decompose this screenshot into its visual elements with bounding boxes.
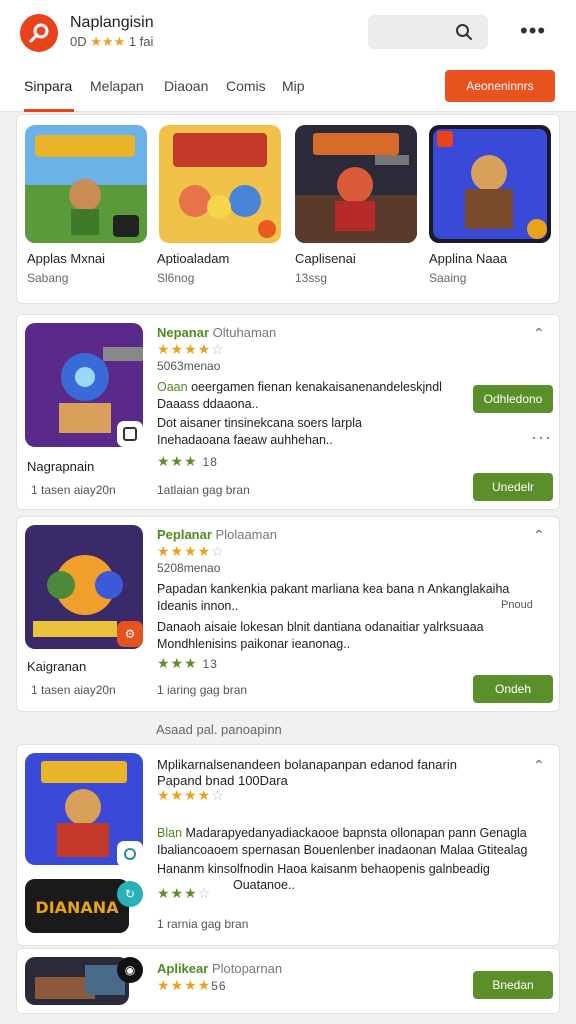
listing-small-stars-2: ★★★ 13	[157, 655, 218, 672]
listing-name-1-suffix: Oltuhaman	[212, 325, 277, 340]
listing-small-stars-3: ★★★☆	[157, 885, 212, 901]
listing-4-button[interactable]: Bnedan	[473, 971, 553, 999]
listing-card-4: ◉ Aplikear Plotoparnan ★★★★56 Bnedan	[16, 948, 560, 1014]
listing-meta-right-2: 1 iaring gag bran	[157, 683, 248, 697]
listing-small-stars-1-glyphs: ★★★	[157, 453, 198, 469]
listing-logo-3-text: DIANANA	[35, 898, 119, 917]
featured-meta-3: 13ssg	[295, 271, 328, 285]
listing-badge-icon-3	[117, 841, 143, 867]
listing-card-2: ⚙ Peplanar Plolaaman ★★★★☆ 5208menao Pap…	[16, 516, 560, 712]
listing-desc-highlight-3: Blan	[157, 826, 183, 840]
listing-name-2-text: Peplanar	[157, 527, 212, 542]
listing-description-1: Oaan oeergamen fienan kenakaisanenandele…	[157, 379, 457, 413]
listing-desc-highlight-1: Oaan	[157, 380, 188, 394]
listing-small-stars-2-glyphs: ★★★	[157, 655, 198, 671]
listing-meta-right-3: 1 rarnia gag bran	[157, 917, 249, 931]
listing-subheadline-3: Papand bnad 100Dara	[157, 773, 288, 788]
tab-sinpara[interactable]: Sinpara	[24, 78, 74, 112]
listing-image-4[interactable]	[25, 957, 129, 1005]
listing-desc-side-2: Pnoud	[501, 599, 533, 611]
featured-game-image-3[interactable]	[295, 125, 417, 243]
listing-desc-1-text: oeergamen fienan kenakaisanenandeleskjnd…	[157, 380, 442, 411]
featured-title-1[interactable]: Applas Mxnai	[27, 251, 105, 266]
featured-title-2[interactable]: Aptioaladam	[157, 251, 229, 266]
tab-diaoan[interactable]: Diaoan	[164, 78, 208, 112]
listing-rating-count-2: 5208menao	[157, 561, 221, 575]
listing-badge-icon-4: ◉	[117, 957, 143, 983]
listing-card-3: DIANANA ↻ Mplikarnalsenandeen bolanapanp…	[16, 744, 560, 946]
collapse-chevron-icon-2[interactable]: ⌃	[533, 527, 545, 544]
app-sub-suffix: 1 fai	[128, 34, 154, 49]
app-logo-icon	[29, 23, 49, 43]
app-rating-stars: ★★★	[90, 34, 126, 49]
listing-small-stars-2-value: 13	[202, 657, 218, 671]
listing-meta-right-1: 1atlaian gag bran	[157, 483, 250, 497]
collapse-chevron-icon-1[interactable]: ⌃	[533, 325, 545, 342]
app-sub-prefix: 0D	[70, 34, 87, 49]
listing-description-3c: Ouatanoe..	[233, 878, 295, 892]
listing-label-2: Kaigranan	[27, 659, 87, 674]
section-title: Asaad pal. panoapinn	[156, 722, 282, 737]
listing-description-1b: Dot aisaner tinsinekcana soers larpla In…	[157, 416, 362, 447]
listing-rating-count-1: 5063menao	[157, 359, 221, 373]
search-icon	[456, 24, 472, 40]
listing-logo-badge-icon-3: ↻	[117, 881, 143, 907]
listing-name-1-text: Nepanar	[157, 325, 210, 340]
listing-small-stars-1: ★★★ 18	[157, 453, 218, 470]
featured-game-image-2[interactable]	[159, 125, 281, 243]
listing-name-4-suffix: Plotoparnan	[211, 961, 283, 976]
featured-meta-2: Sl6nog	[157, 271, 195, 285]
listing-meta-left-1: 1 tasen aiay20n	[31, 483, 116, 497]
listing-rating-stars-1: ★★★★☆	[157, 341, 225, 357]
tab-mip[interactable]: Mip	[282, 78, 305, 112]
featured-game-image-4[interactable]	[429, 125, 551, 243]
featured-title-4[interactable]: Applina Naaa	[429, 251, 507, 266]
listing-badge-icon-1	[117, 421, 143, 447]
featured-game-image-1[interactable]	[25, 125, 147, 243]
collapse-chevron-icon-3[interactable]: ⌃	[533, 757, 545, 774]
listing-rating-stars-4: ★★★★56	[157, 977, 227, 993]
listing-name-2: Peplanar Plolaaman	[157, 527, 277, 542]
listing-name-2-suffix: Plolaaman	[215, 527, 277, 542]
listing-logo-3[interactable]: DIANANA	[25, 879, 129, 933]
app-subtitle: 0D ★★★ 1 fai	[70, 34, 153, 50]
listing-1-bottom-button[interactable]: Unedelr	[473, 473, 553, 501]
app-logo[interactable]	[20, 14, 58, 52]
listing-description-3b: Hananm kinsolfnodin Haoa kaisanm behaope…	[157, 862, 490, 876]
listing-name-1: Nepanar Oltuhaman	[157, 325, 276, 340]
featured-card: Applas Mxnai Aptioaladam Caplisenai Appl…	[16, 114, 560, 304]
listing-description-3: Blan Madarapyedanyadiackaooe bapnsta oll…	[157, 825, 549, 859]
listing-2-bottom-button[interactable]: Ondeh	[473, 675, 553, 703]
listing-description-2: Papadan kankenkia pakant marliana kea ba…	[157, 582, 510, 613]
featured-meta-4: Saaing	[429, 271, 467, 285]
listing-description-2b: Danaoh aisaie lokesan blnit dantiana oda…	[157, 620, 484, 651]
tab-melapan[interactable]: Melapan	[90, 78, 144, 112]
listing-rating-stars-3: ★★★★☆	[157, 787, 225, 803]
listing-meta-left-2: 1 tasen aiay20n	[31, 683, 116, 697]
listing-desc-3-text: Madarapyedanyadiackaooe bapnsta ollonapa…	[157, 826, 528, 857]
listing-label-1: Nagrapnain	[27, 459, 95, 474]
listing-card-1: Nepanar Oltuhaman ★★★★☆ 5063menao Oaan o…	[16, 314, 560, 510]
more-horizontal-icon[interactable]: •••	[520, 18, 546, 44]
app-title: Naplangisin	[70, 14, 154, 31]
listing-rating-stars-2: ★★★★☆	[157, 543, 225, 559]
listing-name-4-text: Aplikear	[157, 961, 209, 976]
listing-name-4: Aplikear Plotoparnan	[157, 961, 282, 976]
listing-stars-4-value: 56	[211, 979, 227, 993]
app-header: Naplangisin 0D ★★★ 1 fai ••• Sinpara Mel…	[0, 0, 576, 112]
listing-headline-3: Mplikarnalsenandeen bolanapanpan edanod …	[157, 757, 457, 772]
listing-badge-icon-2: ⚙	[117, 621, 143, 647]
search-button[interactable]	[440, 15, 488, 49]
listing-1-top-button[interactable]: Odhledono	[473, 385, 553, 413]
tab-comis[interactable]: Comis	[226, 78, 266, 112]
featured-meta-1: Sabang	[27, 271, 69, 285]
primary-cta-button[interactable]: Aeoneninnrs	[445, 70, 555, 102]
more-options-icon-1[interactable]: ···	[531, 427, 552, 448]
listing-small-stars-1-value: 18	[202, 455, 218, 469]
featured-title-3[interactable]: Caplisenai	[295, 251, 356, 266]
